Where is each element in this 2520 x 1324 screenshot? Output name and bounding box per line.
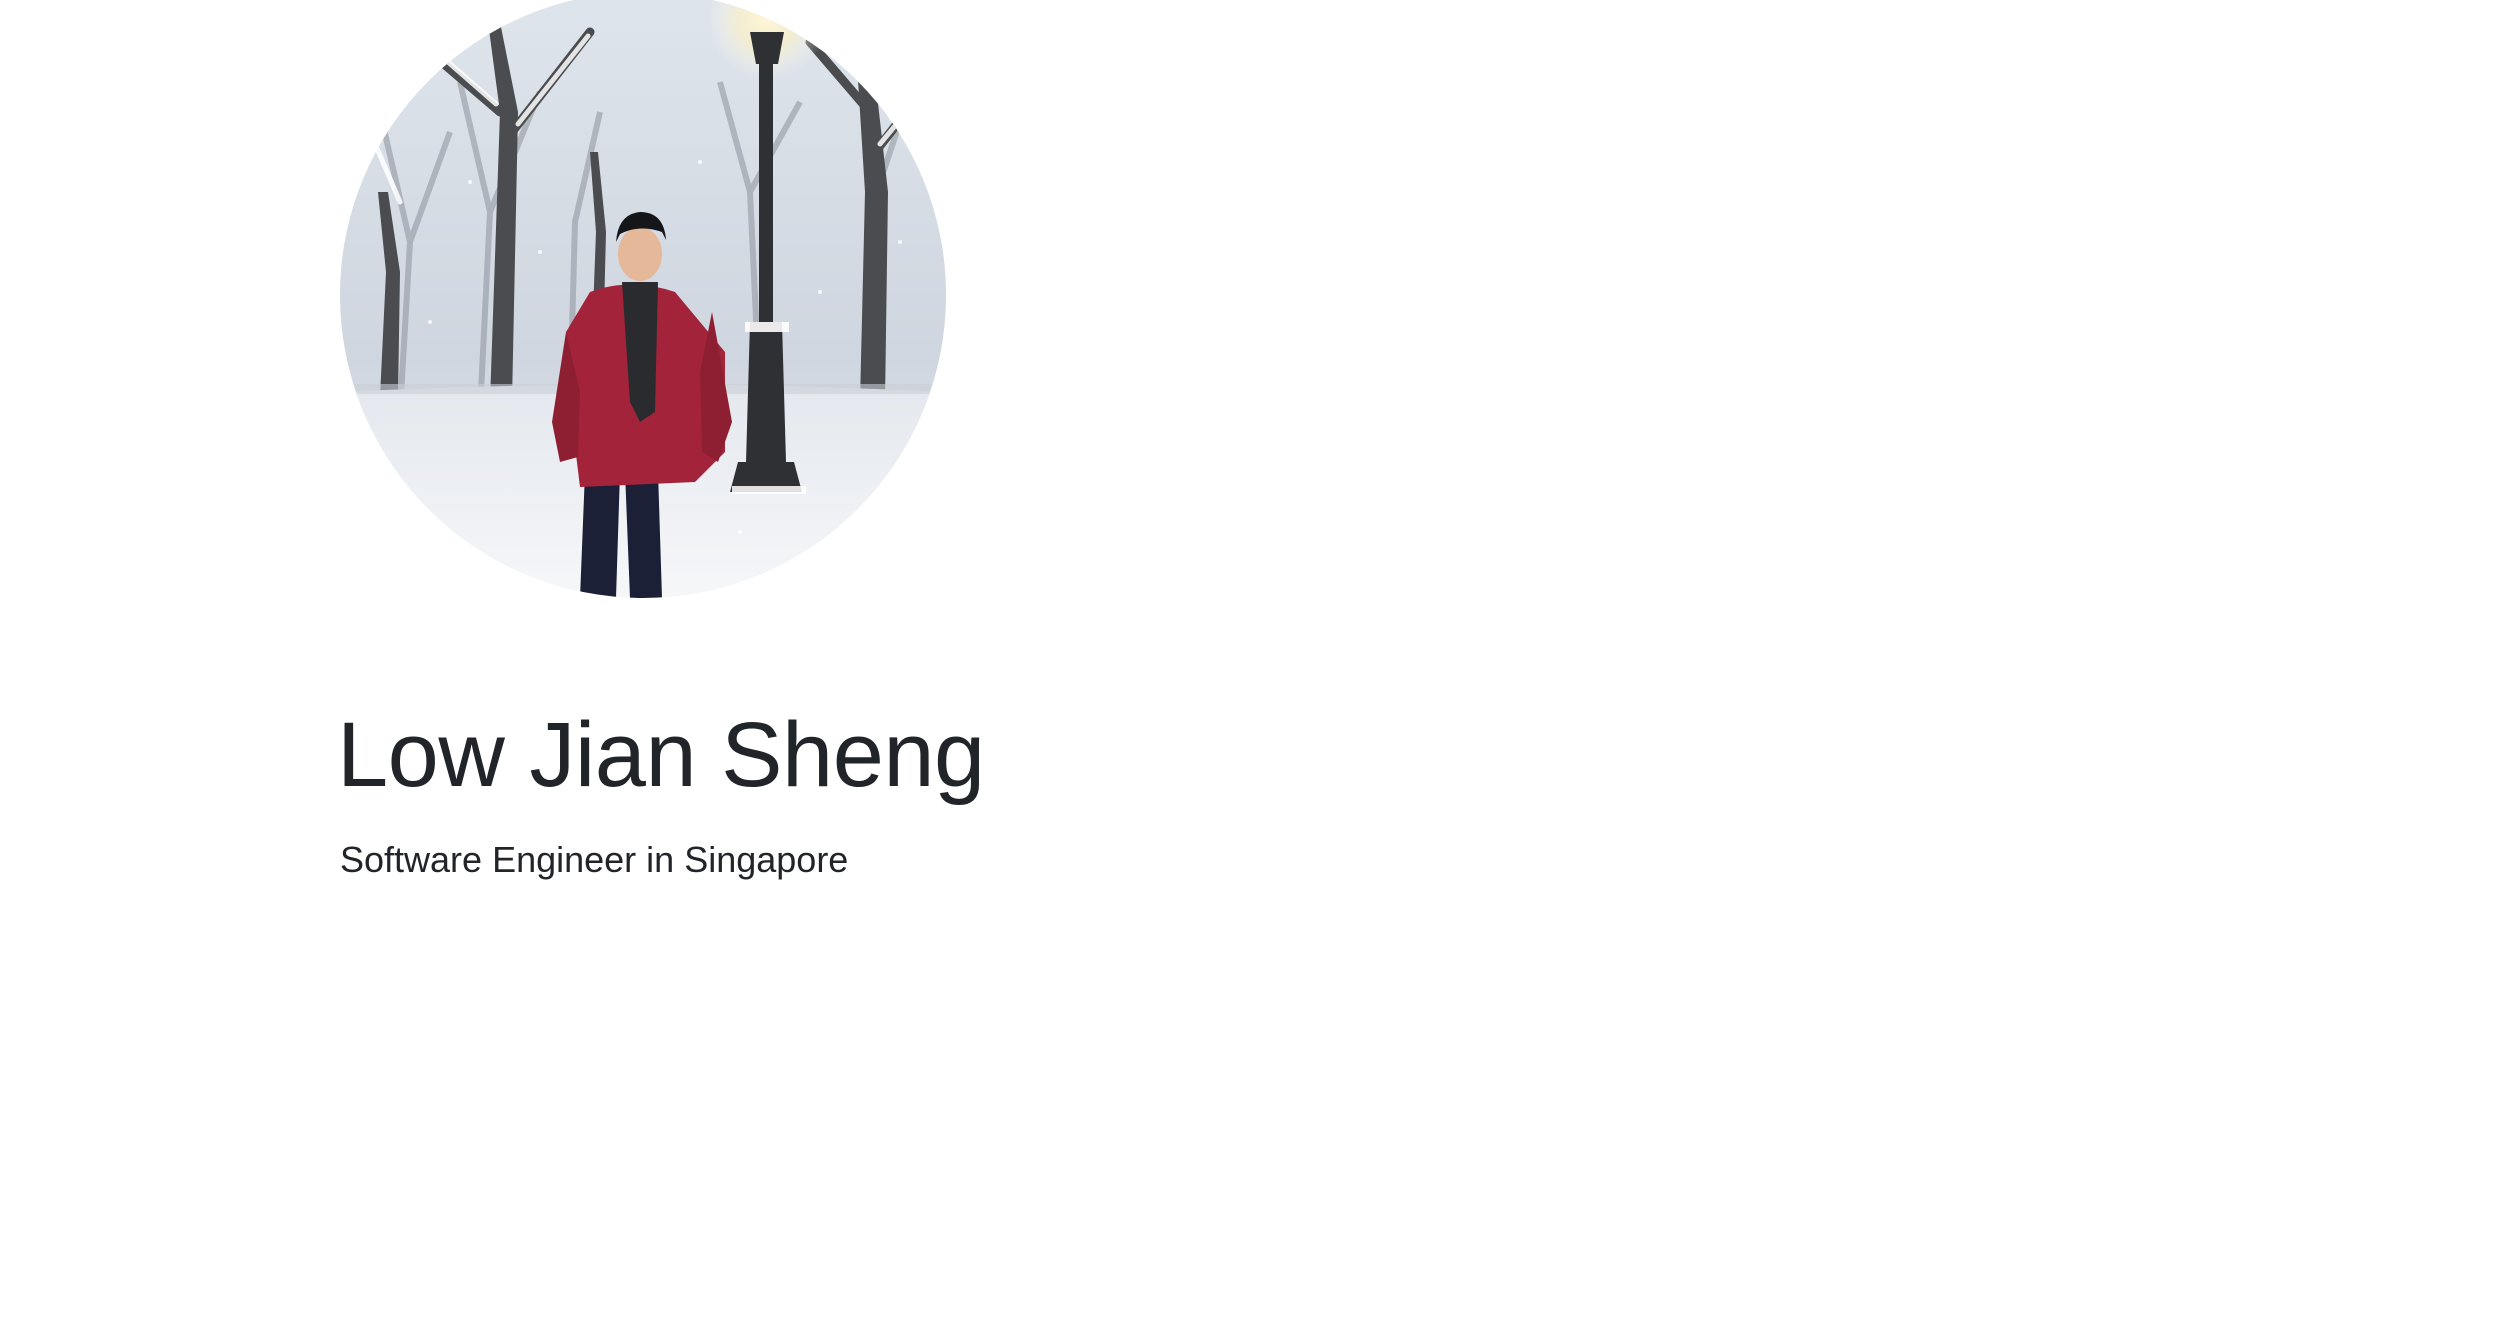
profile-tagline: Software Engineer in Singapore (340, 839, 849, 880)
profile-name: Low Jian Sheng (337, 704, 985, 806)
profile-avatar (340, 0, 946, 598)
